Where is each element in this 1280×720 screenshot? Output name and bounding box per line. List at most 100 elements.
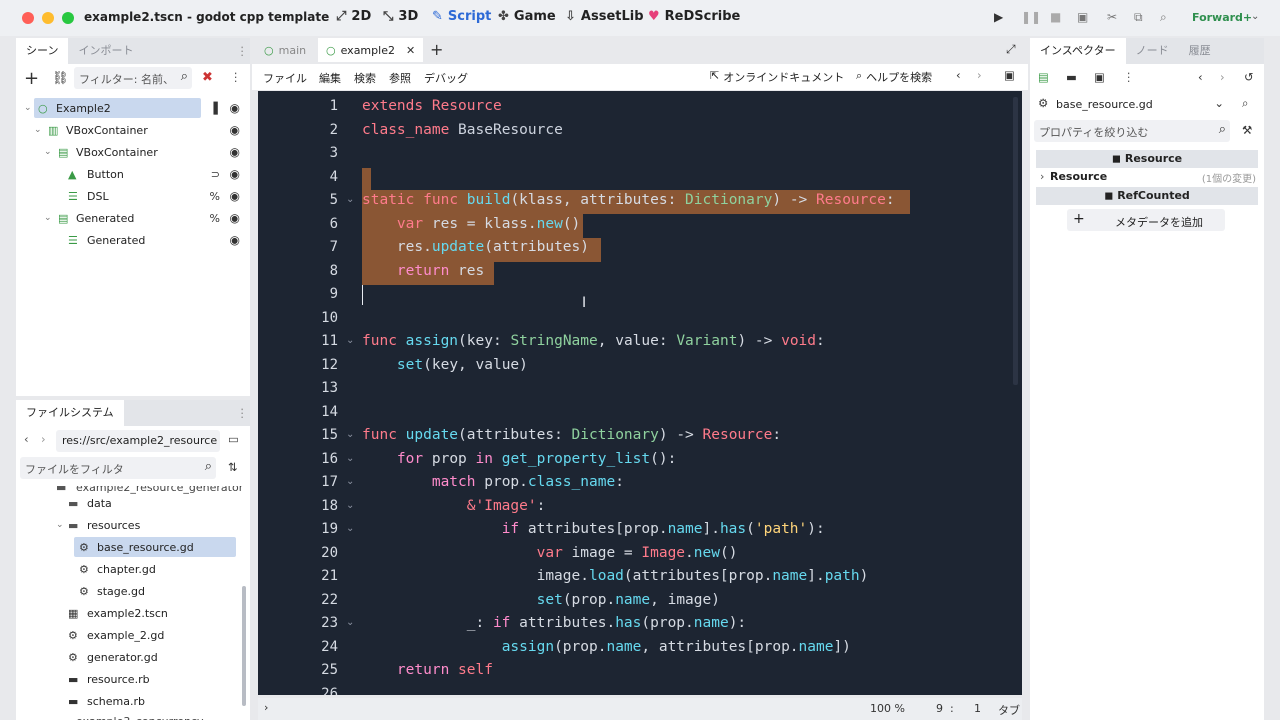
more-icon[interactable]: ⋮ (230, 70, 242, 84)
toggle-bottom-panel-icon[interactable]: › (264, 701, 268, 714)
pause-icon[interactable]: ❚❚ (1021, 10, 1041, 24)
menu-file[interactable]: ファイル (263, 70, 307, 86)
more-icon[interactable]: ⋮ (1123, 70, 1135, 84)
play-custom-icon[interactable]: ✂ (1107, 10, 1117, 24)
visibility-eye-icon[interactable]: ◉ (230, 123, 240, 137)
history-back-icon[interactable]: ‹ (1198, 70, 1203, 84)
fold-chevron-icon[interactable]: ⌄ (346, 500, 354, 511)
signal-icon[interactable]: ⊃ (211, 168, 220, 181)
tab-scene[interactable]: シーン (16, 38, 69, 64)
file-item-generator[interactable]: ⚙ generator.gd (16, 646, 242, 668)
property-filter-input[interactable]: プロパティを絞り込む ⌕ (1034, 120, 1230, 142)
history-forward-icon[interactable]: › (1220, 70, 1225, 84)
add-node-icon[interactable]: + (24, 68, 39, 89)
close-window-button[interactable] (22, 12, 34, 24)
workspace-2d[interactable]: ⤢ 2D (336, 9, 371, 24)
add-metadata-button[interactable]: + メタデータを追加 (1067, 209, 1225, 231)
fold-chevron-icon[interactable]: ⌄ (346, 617, 354, 628)
fold-chevron-icon[interactable]: ⌄ (346, 335, 354, 346)
visibility-eye-icon[interactable]: ◉ (230, 189, 240, 203)
more-icon[interactable]: ⋮ (237, 44, 249, 58)
tree-node-dsl[interactable]: ☰ DSL % ◉ (16, 185, 250, 207)
filesystem-scrollbar[interactable] (242, 586, 246, 706)
script-icon[interactable]: ▌ (214, 102, 222, 115)
menu-goto[interactable]: 参照 (389, 70, 411, 86)
play-icon[interactable]: ▶ (994, 10, 1003, 24)
workspace-3d[interactable]: ⤡ 3D (383, 9, 418, 24)
workspace-game[interactable]: ✤ Game (498, 9, 556, 24)
unique-name-icon[interactable]: % (210, 190, 220, 203)
file-item-example3[interactable]: ▬ example3_concurrency (16, 710, 242, 720)
tree-node-example2[interactable]: ⌄ ○ Example2 ▌ ◉ (16, 97, 250, 119)
tab-history[interactable]: 履歴 (1179, 38, 1221, 64)
menu-search[interactable]: 検索 (354, 70, 376, 86)
minimize-window-button[interactable] (42, 12, 54, 24)
fold-chevron-icon[interactable]: ⌄ (346, 194, 354, 205)
save-icon[interactable]: ▣ (1094, 70, 1105, 84)
file-item-resource-rb[interactable]: ▬ resource.rb (16, 668, 242, 690)
inspector-group-resource[interactable]: › Resource (1個の変更) (1036, 168, 1258, 186)
tab-main[interactable]: ○ main (256, 38, 314, 62)
forward-icon[interactable]: › (41, 432, 46, 446)
tree-node-vboxcontainer-child[interactable]: ⌄ ▤ VBoxContainer ◉ (16, 141, 250, 163)
close-icon[interactable]: ✕ (406, 44, 415, 57)
visibility-eye-icon[interactable]: ◉ (230, 145, 240, 159)
file-item-example2-tscn[interactable]: ▦ example2.tscn (16, 602, 242, 624)
path-field[interactable]: res://src/example2_resource_g (56, 430, 220, 452)
file-item-resources[interactable]: ⌄ ▬ resources (16, 514, 242, 536)
visibility-eye-icon[interactable]: ◉ (230, 211, 240, 225)
inspector-settings-icon[interactable]: ⚒ (1242, 123, 1252, 137)
tab-inspector[interactable]: インスペクター (1030, 38, 1126, 64)
tab-node[interactable]: ノード (1126, 38, 1179, 64)
movie-maker-icon[interactable]: ⌕ (1160, 10, 1167, 25)
renderer-select[interactable]: Forward+ (1192, 11, 1252, 24)
workspace-assetlib[interactable]: ⇩ AssetLib (565, 9, 644, 24)
workspace-redscribe[interactable]: ♥ ReDScribe (648, 9, 740, 24)
unique-name-icon[interactable]: % (210, 212, 220, 225)
toggle-scripts-panel-icon[interactable]: ▣ (1004, 68, 1015, 82)
play-scene-icon[interactable]: ⧉ (1134, 10, 1143, 25)
fold-chevron-icon[interactable]: ⌄ (346, 476, 354, 487)
link-icon[interactable]: ⛓ (52, 71, 69, 86)
zoom-window-button[interactable] (62, 12, 74, 24)
online-docs-button[interactable]: ⇱ オンラインドキュメント (710, 69, 844, 85)
workspace-script[interactable]: ✎ Script (432, 9, 491, 24)
tree-node-button[interactable]: ▲ Button ⊃ ◉ (16, 163, 250, 185)
history-forward-icon[interactable]: › (977, 68, 982, 82)
visibility-eye-icon[interactable]: ◉ (230, 233, 240, 247)
visibility-eye-icon[interactable]: ◉ (230, 167, 240, 181)
visibility-eye-icon[interactable]: ◉ (230, 101, 240, 115)
distraction-free-icon[interactable]: ⤢ (1006, 42, 1016, 57)
file-filter-input[interactable]: ファイルをフィルタ ⌕ (20, 457, 216, 479)
file-item-schema-rb[interactable]: ▬ schema.rb (16, 690, 242, 712)
menu-debug[interactable]: デバッグ (424, 70, 468, 86)
new-resource-icon[interactable]: ▤ (1038, 70, 1049, 84)
more-icon[interactable]: ⋮ (237, 406, 249, 420)
resource-selector[interactable]: ⚙ base_resource.gd ⌄ (1034, 93, 1230, 115)
file-item-base-resource[interactable]: ⚙ base_resource.gd (16, 536, 242, 558)
tab-example2[interactable]: ○ example2 ✕ (318, 38, 424, 62)
split-view-icon[interactable]: ▭ (228, 432, 239, 446)
code-editor[interactable]: I 1 extends Resource 2 class_name BaseResou… (258, 91, 1022, 695)
file-item-example-2-gd[interactable]: ⚙ example_2.gd (16, 624, 242, 646)
zoom-level[interactable]: 100 % (870, 702, 905, 715)
tab-import[interactable]: インポート (68, 38, 143, 64)
scene-filter-input[interactable]: フィルター: 名前、 ⌕ (74, 67, 192, 89)
tree-node-generated[interactable]: ⌄ ▤ Generated % ◉ (16, 207, 250, 229)
tree-node-generated-child[interactable]: ☰ Generated ◉ (16, 229, 250, 251)
add-tab-icon[interactable]: + (430, 40, 443, 59)
history-back-icon[interactable]: ‹ (956, 68, 961, 82)
file-item-chapter[interactable]: ⚙ chapter.gd (16, 558, 242, 580)
open-folder-icon[interactable]: ▬ (1066, 70, 1077, 84)
remote-debug-icon[interactable]: ▣ (1077, 10, 1088, 24)
file-item-data[interactable]: ▬ data (16, 492, 242, 514)
stop-icon[interactable]: ■ (1050, 10, 1061, 24)
menu-edit[interactable]: 編集 (319, 70, 341, 86)
tab-filesystem[interactable]: ファイルシステム (16, 400, 124, 426)
indent-mode[interactable]: タブ (998, 702, 1020, 718)
sort-icon[interactable]: ⇅ (228, 460, 238, 474)
code-scrollbar[interactable] (1013, 97, 1018, 385)
object-history-icon[interactable]: ↺ (1244, 70, 1254, 84)
back-icon[interactable]: ‹ (24, 432, 29, 446)
tree-node-vboxcontainer[interactable]: ⌄ ▥ VBoxContainer ◉ (16, 119, 250, 141)
